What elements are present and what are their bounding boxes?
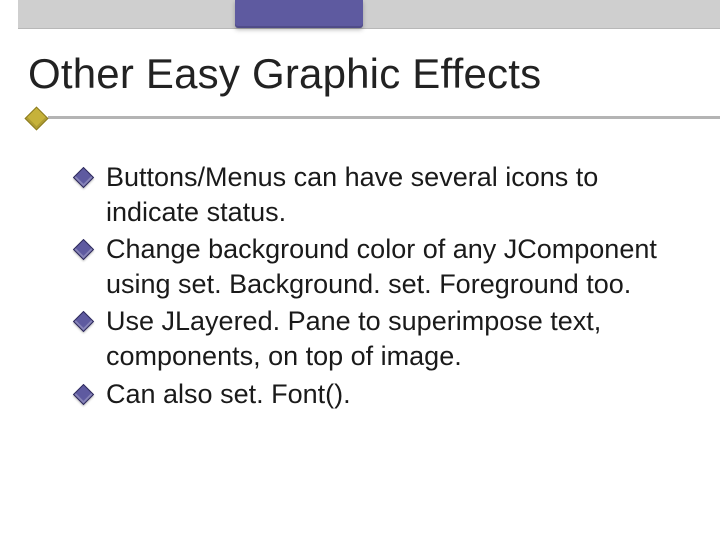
list-item: Change background color of any JComponen… — [96, 232, 680, 302]
bullet-text: Change background color of any JComponen… — [106, 234, 657, 299]
bullet-list: Buttons/Menus can have several icons to … — [96, 160, 680, 414]
list-item: Buttons/Menus can have several icons to … — [96, 160, 680, 230]
bullet-text: Buttons/Menus can have several icons to … — [106, 162, 598, 227]
list-item: Use JLayered. Pane to superimpose text, … — [96, 304, 680, 374]
bullet-icon — [73, 239, 94, 260]
bullet-icon — [73, 311, 94, 332]
slide: Other Easy Graphic Effects Buttons/Menus… — [0, 0, 720, 540]
bullet-icon — [73, 383, 94, 404]
divider — [48, 116, 720, 119]
bullet-text: Use JLayered. Pane to superimpose text, … — [106, 306, 601, 371]
bullet-text: Can also set. Font(). — [106, 379, 351, 409]
diamond-icon — [24, 106, 48, 130]
tab-accent — [235, 0, 363, 28]
list-item: Can also set. Font(). — [96, 377, 680, 412]
slide-title: Other Easy Graphic Effects — [28, 50, 541, 98]
top-bar — [18, 0, 720, 28]
bullet-icon — [73, 167, 94, 188]
title-rule — [28, 116, 720, 119]
